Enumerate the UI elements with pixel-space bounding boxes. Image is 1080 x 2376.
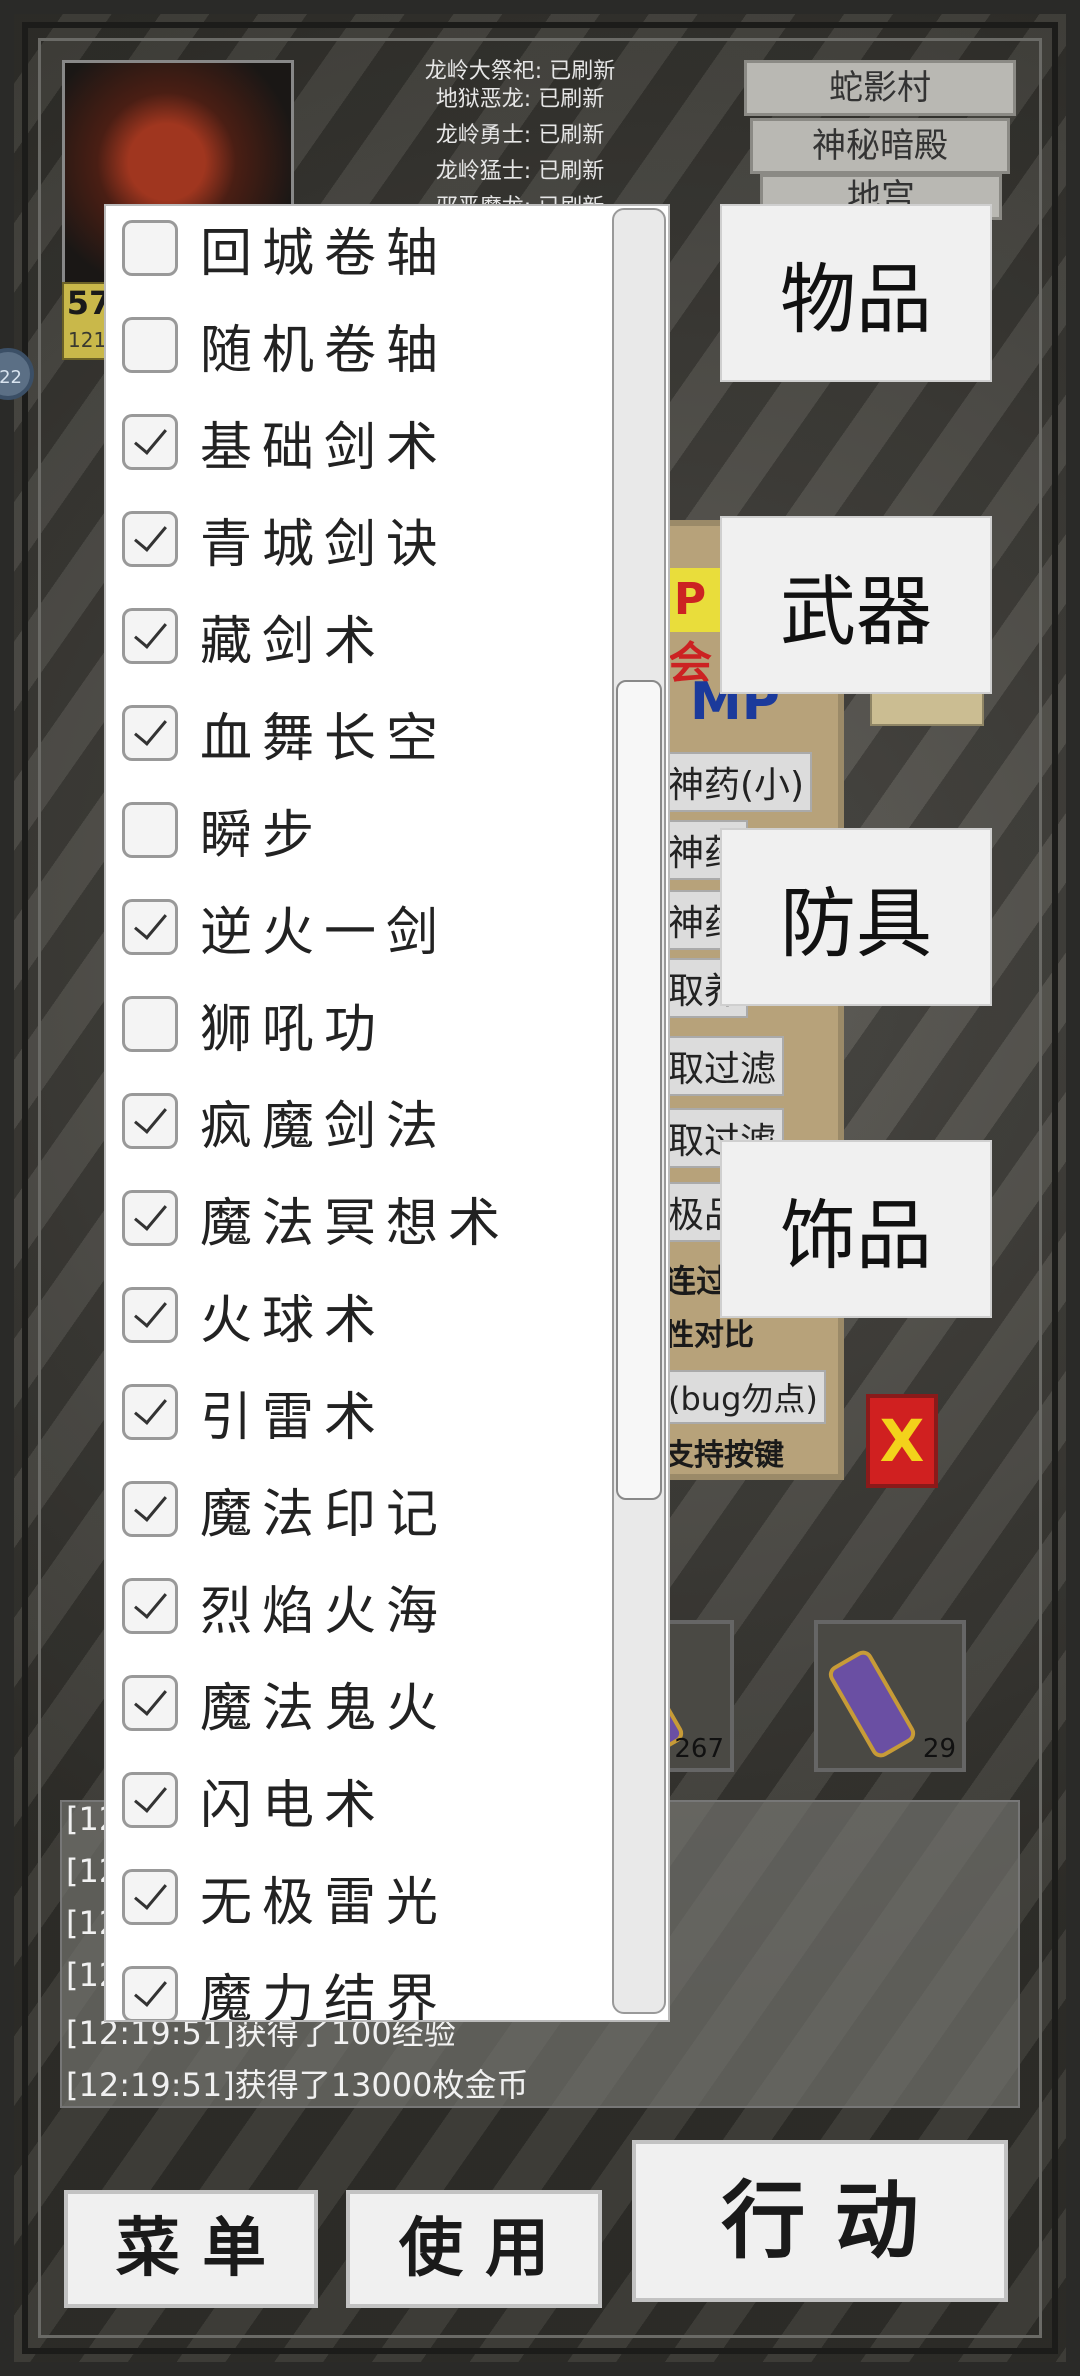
- menu-button[interactable]: 菜 单: [64, 2190, 318, 2308]
- key-support-label: 支持按键: [664, 1438, 784, 1473]
- action-button[interactable]: 行 动: [632, 2140, 1008, 2302]
- skill-label: 魔法冥想术: [200, 1193, 511, 1254]
- bug-button[interactable]: (bug勿点): [660, 1370, 826, 1424]
- skill-label: 魔法鬼火: [200, 1678, 449, 1739]
- checkbox-checked[interactable]: [122, 1772, 178, 1828]
- skill-label: 烈焰火海: [200, 1581, 449, 1642]
- skill-label: 引雷术: [200, 1387, 387, 1448]
- skill-checkbox-row[interactable]: 火球术: [122, 1275, 386, 1355]
- use-button[interactable]: 使 用: [346, 2190, 602, 2308]
- skill-label: 血舞长空: [200, 708, 449, 769]
- skill-label: 随机卷轴: [200, 320, 449, 381]
- checkbox-checked[interactable]: [122, 1093, 178, 1149]
- checkbox-checked[interactable]: [122, 511, 178, 567]
- skill-label: 藏剑术: [200, 611, 387, 672]
- skill-checkbox-row[interactable]: 逆火一剑: [122, 887, 448, 967]
- location-button-mystic-hall[interactable]: 神秘暗殿: [750, 118, 1010, 174]
- skill-label: 闪电术: [200, 1775, 387, 1836]
- inventory-slot[interactable]: 29: [814, 1620, 966, 1772]
- checkbox-checked[interactable]: [122, 1287, 178, 1343]
- skill-checkbox-row[interactable]: 疯魔剑法: [122, 1081, 448, 1161]
- notice-line: 龙岭勇士: 已刷新: [435, 123, 605, 148]
- scrollbar-track[interactable]: [612, 208, 666, 2014]
- skill-checkbox-row[interactable]: 狮吼功: [122, 984, 386, 1064]
- checkbox-checked[interactable]: [122, 1675, 178, 1731]
- skill-label: 疯魔剑法: [200, 1096, 449, 1157]
- category-button-items[interactable]: 物品: [720, 204, 992, 382]
- close-button[interactable]: X: [866, 1394, 938, 1488]
- checkbox-checked[interactable]: [122, 705, 178, 761]
- skill-label: 无极雷光: [200, 1872, 449, 1933]
- skill-checkbox-row[interactable]: 基础剑术: [122, 402, 448, 482]
- skill-label: 火球术: [200, 1290, 387, 1351]
- skill-checkbox-row[interactable]: 闪电术: [122, 1760, 386, 1840]
- item-count: 29: [922, 1734, 956, 1764]
- checkbox-checked[interactable]: [122, 1578, 178, 1634]
- checkbox-checked[interactable]: [122, 414, 178, 470]
- skill-checkbox-row[interactable]: 随机卷轴: [122, 305, 448, 385]
- potion-small-select[interactable]: 神药(小): [660, 752, 813, 812]
- skill-label: 魔法印记: [200, 1484, 449, 1545]
- skill-checkbox-row[interactable]: 魔法印记: [122, 1469, 448, 1549]
- location-button-snake-village[interactable]: 蛇影村: [744, 60, 1016, 116]
- skill-label: 瞬步: [200, 805, 325, 866]
- skill-filter-list[interactable]: 回城卷轴随机卷轴基础剑术青城剑诀藏剑术血舞长空瞬步逆火一剑狮吼功疯魔剑法魔法冥想…: [104, 204, 670, 2022]
- player-level-sub: 121: [68, 328, 107, 352]
- skill-checkbox-row[interactable]: 魔法鬼火: [122, 1663, 448, 1743]
- skill-checkbox-row[interactable]: 血舞长空: [122, 693, 448, 773]
- checkbox-checked[interactable]: [122, 1966, 178, 2020]
- skill-checkbox-row[interactable]: 回城卷轴: [122, 208, 448, 288]
- checkbox-unchecked[interactable]: [122, 220, 178, 276]
- scrollbar-thumb[interactable]: [616, 680, 662, 1500]
- checkbox-unchecked[interactable]: [122, 317, 178, 373]
- skill-checkbox-row[interactable]: 青城剑诀: [122, 499, 448, 579]
- notice-line: 龙岭大祭祀: 已刷新: [424, 59, 616, 82]
- notice-line: 地狱恶龙: 已刷新: [435, 87, 605, 112]
- skill-checkbox-row[interactable]: 藏剑术: [122, 596, 386, 676]
- filter-hint: 连过: [664, 1262, 729, 1300]
- category-button-accessories[interactable]: 饰品: [720, 1140, 992, 1318]
- skill-checkbox-row[interactable]: 魔力结界: [122, 1954, 449, 2022]
- notice-line: 龙岭猛士: 已刷新: [435, 159, 605, 184]
- skill-label: 逆火一剑: [200, 902, 449, 963]
- checkbox-checked[interactable]: [122, 1384, 178, 1440]
- checkbox-checked[interactable]: [122, 1481, 178, 1537]
- checkbox-checked[interactable]: [122, 1869, 178, 1925]
- skill-label: 青城剑诀: [200, 514, 449, 575]
- skill-checkbox-row[interactable]: 烈焰火海: [122, 1566, 448, 1646]
- filter-button-1[interactable]: 取过滤: [660, 1036, 785, 1096]
- log-line: [12:19:51]获得了13000枚金币: [66, 2066, 529, 2104]
- skill-label: 基础剑术: [200, 417, 449, 478]
- skill-label: 回城卷轴: [200, 223, 449, 284]
- checkbox-unchecked[interactable]: [122, 996, 178, 1052]
- checkbox-checked[interactable]: [122, 1190, 178, 1246]
- skill-checkbox-row[interactable]: 引雷术: [122, 1372, 386, 1452]
- skill-checkbox-row[interactable]: 魔法冥想术: [122, 1178, 510, 1258]
- skill-label: 狮吼功: [200, 999, 387, 1060]
- item-count: 267: [674, 1734, 724, 1764]
- skill-checkbox-row[interactable]: 无极雷光: [122, 1857, 448, 1937]
- mp-value-box: [870, 690, 984, 726]
- skill-label: 魔力结界: [200, 1969, 449, 2022]
- skill-checkbox-row[interactable]: 瞬步: [122, 790, 324, 870]
- checkbox-unchecked[interactable]: [122, 802, 178, 858]
- boss-refresh-list: 龙岭大祭祀: 已刷新 地狱恶龙: 已刷新 龙岭勇士: 已刷新 龙岭猛士: 已刷新…: [360, 54, 680, 226]
- category-button-armor[interactable]: 防具: [720, 828, 992, 1006]
- scroll-item-icon: [825, 1646, 919, 1762]
- checkbox-checked[interactable]: [122, 899, 178, 955]
- category-button-weapons[interactable]: 武器: [720, 516, 992, 694]
- checkbox-checked[interactable]: [122, 608, 178, 664]
